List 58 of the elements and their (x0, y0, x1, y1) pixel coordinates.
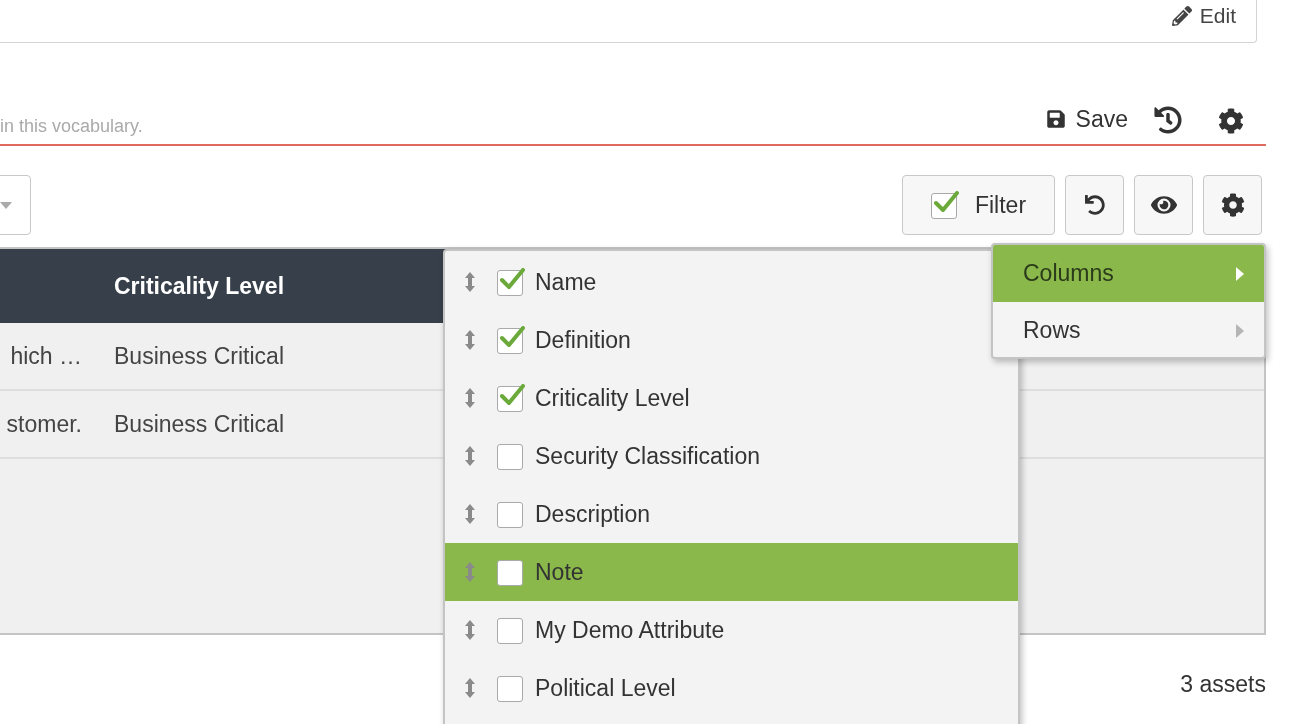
pencil-icon (1171, 5, 1192, 26)
option-label: Name (535, 267, 597, 297)
table-cell-text: Business Critical (114, 341, 284, 371)
checkbox[interactable] (497, 326, 525, 354)
column-option[interactable]: Note (445, 543, 1018, 601)
checkbox[interactable] (497, 674, 525, 702)
settings-button[interactable] (1203, 175, 1262, 235)
asset-count: 3 assets (1180, 670, 1266, 699)
column-option[interactable]: Description (445, 485, 1018, 543)
save-button[interactable]: Save (1045, 101, 1128, 136)
settings-button[interactable] (1218, 108, 1244, 134)
checkbox[interactable] (497, 442, 525, 470)
column-option[interactable]: Political Level (445, 659, 1018, 717)
sort-handle-icon[interactable] (465, 388, 475, 408)
filter-button[interactable]: Filter (902, 175, 1055, 235)
view-button[interactable] (1134, 175, 1193, 235)
dropdown-button[interactable] (0, 175, 31, 235)
column-header[interactable]: Criticality Level (114, 268, 285, 304)
checkbox[interactable] (497, 268, 525, 296)
sort-handle-icon[interactable] (465, 562, 475, 582)
description-field[interactable]: in this vocabulary. (0, 113, 1046, 140)
submenu-arrow-icon (1236, 323, 1244, 338)
sort-handle-icon[interactable] (465, 504, 475, 524)
option-label: Description (535, 499, 651, 529)
view-menu-item[interactable]: Rows (993, 302, 1264, 357)
checkbox-icon (930, 191, 959, 219)
caret-icon (0, 201, 12, 209)
history-button[interactable] (1154, 106, 1182, 134)
history-icon (1154, 106, 1182, 134)
checkbox[interactable] (497, 500, 525, 528)
sort-handle-icon[interactable] (465, 446, 475, 466)
checkbox[interactable] (497, 616, 525, 644)
checkbox[interactable] (497, 558, 525, 586)
view-menu-item[interactable]: Columns (993, 245, 1264, 302)
save-icon (1045, 108, 1066, 129)
settings-icon (1218, 108, 1244, 134)
option-label: Criticality Level (535, 383, 690, 413)
table-cell-text: Business Critical (114, 409, 284, 439)
column-option[interactable]: Criticality Level (445, 369, 1018, 427)
sort-handle-icon[interactable] (465, 620, 475, 640)
option-label: Political Level (535, 673, 676, 703)
column-option[interactable]: My Demo Attribute (445, 601, 1018, 659)
option-label: Security Classification (535, 441, 760, 471)
checkbox[interactable] (497, 384, 525, 412)
settings-icon (1220, 193, 1245, 217)
refresh-button[interactable] (1065, 175, 1124, 235)
option-label: Definition (535, 325, 631, 355)
table-cell-text: stomer. (5, 409, 82, 439)
sort-handle-icon[interactable] (465, 678, 475, 698)
refresh-icon (1084, 195, 1105, 215)
column-option[interactable]: Security Classification (445, 427, 1018, 485)
table-cell-text: hich … (9, 341, 82, 371)
edit-button[interactable]: Edit (1171, 0, 1236, 32)
sort-handle-icon[interactable] (465, 272, 475, 292)
submenu-arrow-icon (1236, 266, 1244, 281)
option-label: Note (535, 557, 584, 587)
option-label: My Demo Attribute (535, 615, 725, 645)
sort-handle-icon[interactable] (465, 330, 475, 350)
